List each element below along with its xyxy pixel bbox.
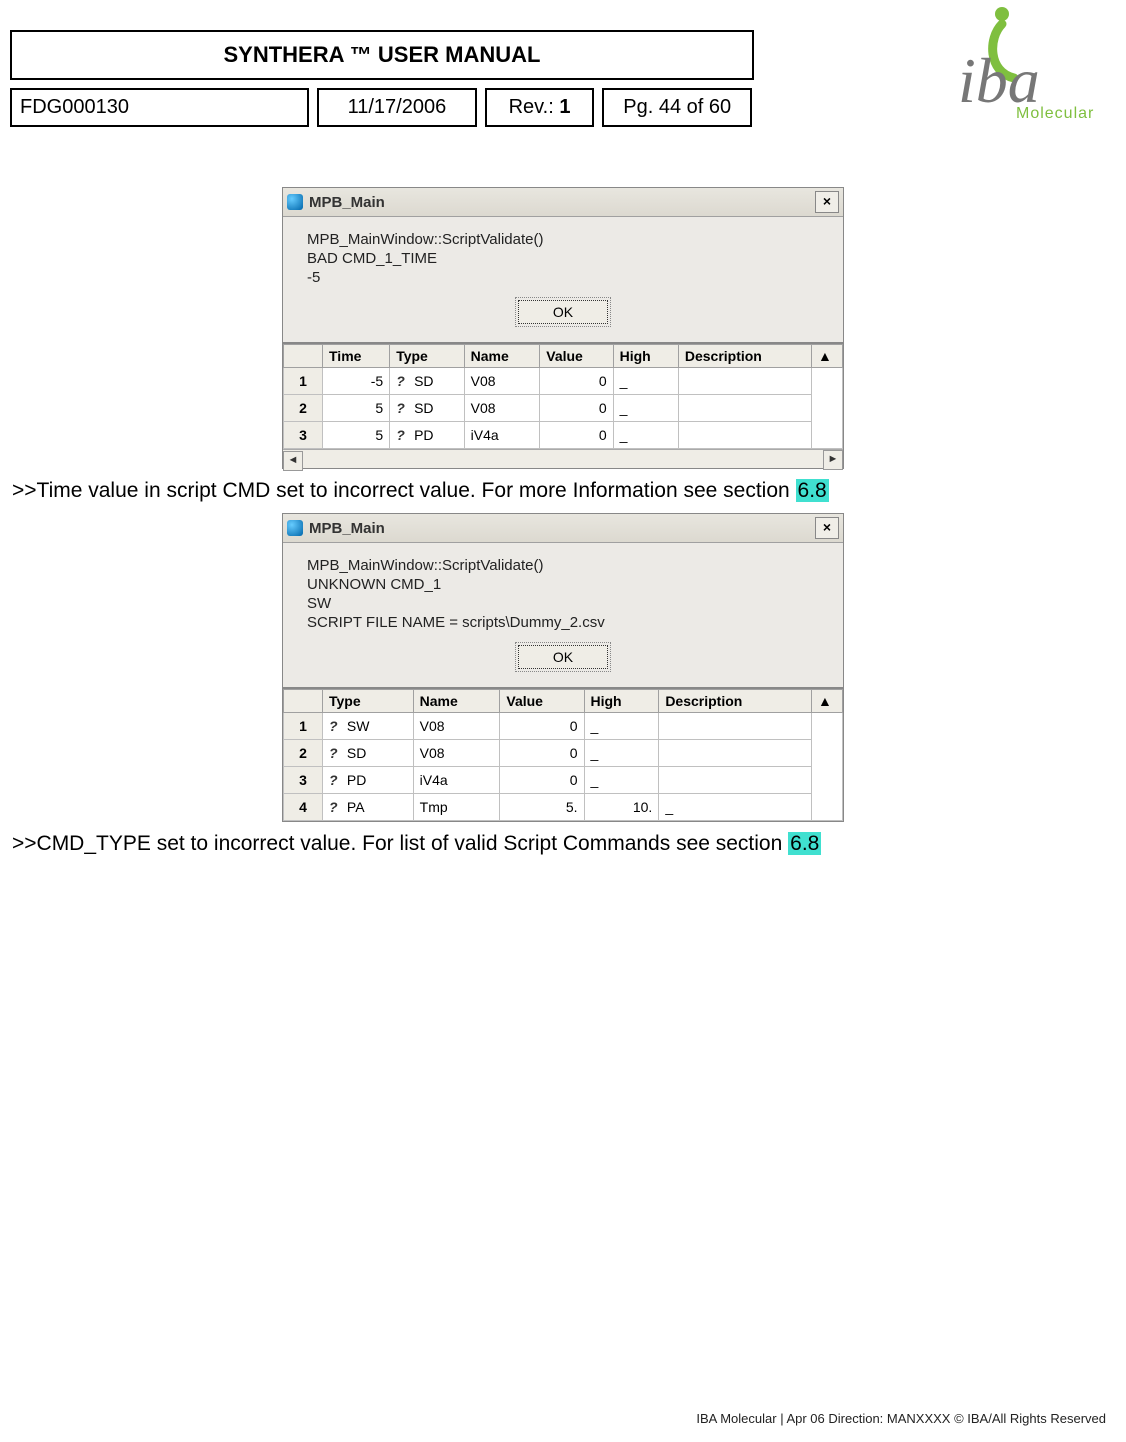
scroll-up-icon[interactable]: ▲ (812, 690, 843, 713)
section-ref: 6.8 (788, 832, 821, 855)
table-row: 3 5 ? PD iV4a 0 _ (284, 422, 843, 449)
ok-button[interactable]: OK (518, 300, 608, 324)
dialog-screenshot-2: MPB_Main × MPB_MainWindow::ScriptValidat… (282, 513, 844, 822)
dialog-body: MPB_MainWindow::ScriptValidate() UNKNOWN… (283, 543, 843, 687)
brand-logo: iba Molecular (888, 6, 1108, 126)
scroll-up-icon[interactable]: ▲ (812, 345, 843, 368)
data-grid: Time Type Name Value High Description ▲ … (283, 342, 843, 468)
table-row: 4 ? PA Tmp 5. 10. _ (284, 794, 843, 821)
page-footer: IBA Molecular | Apr 06 Direction: MANXXX… (696, 1411, 1106, 1426)
dialog-msg-line: SW (307, 595, 819, 612)
grid-header-row: Type Name Value High Description ▲ (284, 690, 843, 713)
window-titlebar: MPB_Main × (283, 188, 843, 217)
app-icon (287, 520, 303, 536)
doc-header: SYNTHERA ™ USER MANUAL (10, 30, 754, 80)
dialog-msg-line: MPB_MainWindow::ScriptValidate() (307, 557, 819, 574)
scrollbar-vertical[interactable] (812, 713, 843, 821)
grid-header-row: Time Type Name Value High Description ▲ (284, 345, 843, 368)
doc-title: SYNTHERA ™ USER MANUAL (12, 32, 752, 78)
scroll-right-icon[interactable]: ► (823, 450, 843, 470)
question-icon: ? (329, 772, 343, 786)
question-icon: ? (329, 718, 343, 732)
close-icon[interactable]: × (815, 517, 839, 539)
table-row: 1 -5 ? SD V08 0 _ (284, 368, 843, 395)
window-titlebar: MPB_Main × (283, 514, 843, 543)
window-title: MPB_Main (309, 520, 809, 537)
dialog-msg-line: SCRIPT FILE NAME = scripts\Dummy_2.csv (307, 614, 819, 631)
question-icon: ? (396, 373, 410, 387)
section-ref: 6.8 (796, 479, 829, 502)
caption-2: >>CMD_TYPE set to incorrect value. For l… (10, 832, 1116, 856)
table-row: 3 ? PD iV4a 0 _ (284, 767, 843, 794)
dialog-msg-line: -5 (307, 269, 819, 286)
table-row: 2 5 ? SD V08 0 _ (284, 395, 843, 422)
svg-text:Molecular: Molecular (1016, 105, 1094, 122)
window-title: MPB_Main (309, 194, 809, 211)
close-icon[interactable]: × (815, 191, 839, 213)
dialog-msg-line: UNKNOWN CMD_1 (307, 576, 819, 593)
question-icon: ? (396, 427, 410, 441)
scroll-left-icon[interactable]: ◄ (283, 451, 303, 471)
dialog-msg-line: MPB_MainWindow::ScriptValidate() (307, 231, 819, 248)
scrollbar-vertical[interactable] (812, 368, 843, 449)
caption-1: >>Time value in script CMD set to incorr… (10, 479, 1116, 503)
doc-number: FDG000130 (10, 88, 309, 127)
scrollbar-horizontal[interactable]: ◄ ► (283, 449, 843, 468)
doc-rev: Rev.: 1 (485, 88, 595, 127)
ok-button[interactable]: OK (518, 645, 608, 669)
doc-date: 11/17/2006 (317, 88, 477, 127)
question-icon: ? (329, 799, 343, 813)
dialog-body: MPB_MainWindow::ScriptValidate() BAD CMD… (283, 217, 843, 342)
doc-page: Pg. 44 of 60 (602, 88, 752, 127)
data-grid: Type Name Value High Description ▲ 1 ? S… (283, 687, 843, 821)
question-icon: ? (396, 400, 410, 414)
question-icon: ? (329, 745, 343, 759)
app-icon (287, 194, 303, 210)
table-row: 1 ? SW V08 0 _ (284, 713, 843, 740)
dialog-screenshot-1: MPB_Main × MPB_MainWindow::ScriptValidat… (282, 187, 844, 469)
doc-meta-row: FDG000130 11/17/2006 Rev.: 1 Pg. 44 of 6… (10, 88, 752, 127)
table-row: 2 ? SD V08 0 _ (284, 740, 843, 767)
dialog-msg-line: BAD CMD_1_TIME (307, 250, 819, 267)
